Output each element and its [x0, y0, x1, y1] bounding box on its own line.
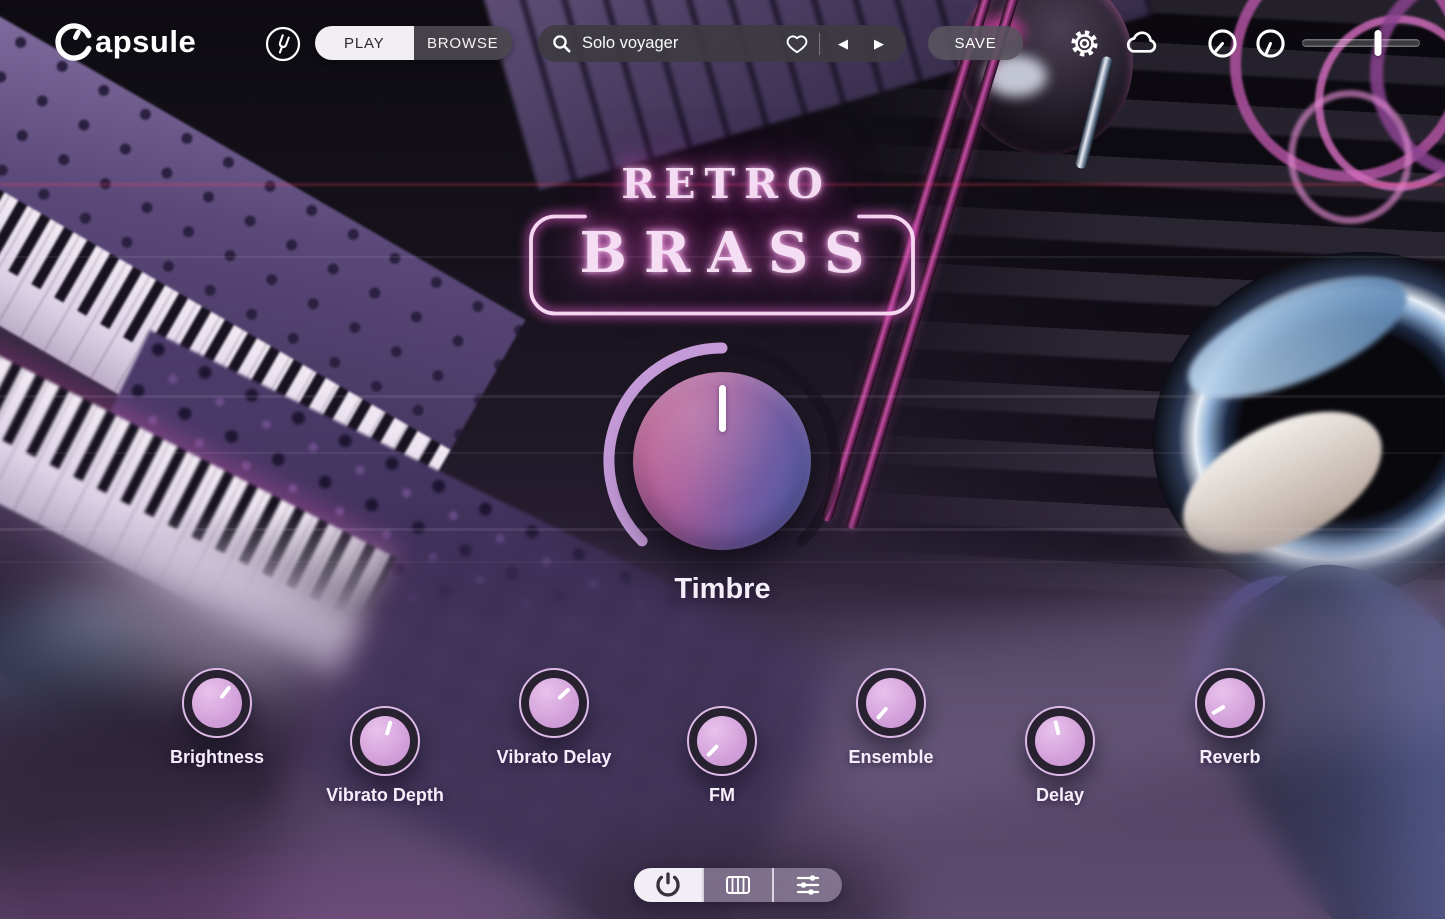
knob-pointer — [1053, 720, 1061, 736]
preset-search-bar[interactable]: Solo voyager ◀ ▶ — [538, 25, 906, 62]
knob-label: Ensemble — [821, 747, 961, 768]
volume-slider-handle[interactable] — [1374, 30, 1381, 56]
tab-play[interactable]: PLAY — [315, 26, 414, 60]
knob-label: FM — [652, 785, 792, 806]
neon-sign-line2: BRASS — [527, 220, 917, 286]
knob-pointer — [705, 744, 719, 758]
knob-face[interactable] — [1205, 678, 1255, 728]
macro-b-knob-button[interactable] — [1253, 26, 1287, 60]
cloud-sync-button[interactable] — [1122, 27, 1162, 59]
knob-face[interactable] — [529, 678, 579, 728]
power-icon — [655, 872, 681, 898]
tuning-fork-icon — [264, 25, 302, 63]
knob-reverb[interactable]: Reverb — [1160, 668, 1300, 768]
knob-face[interactable] — [360, 716, 410, 766]
tuning-fork-button[interactable] — [264, 25, 302, 63]
view-keyboard-button[interactable] — [702, 868, 772, 902]
knob-pointer — [219, 685, 232, 700]
knob-ring — [519, 668, 589, 738]
preset-neon-sign: RETRO BRASS — [527, 160, 917, 320]
knob-label: Brightness — [147, 747, 287, 768]
settings-button[interactable] — [1067, 26, 1101, 60]
cloud-icon — [1123, 28, 1161, 58]
knob-face[interactable] — [697, 716, 747, 766]
previous-preset-button[interactable]: ◀ — [830, 36, 856, 52]
background-french-horn-coil-4 — [1288, 90, 1412, 224]
knob-ring — [350, 706, 420, 776]
gear-icon — [1068, 27, 1101, 60]
master-volume-slider[interactable] — [1302, 39, 1420, 47]
knob-pointer — [385, 720, 393, 736]
knob-ring — [856, 668, 926, 738]
knob-pointer — [875, 706, 888, 720]
knob-face[interactable] — [192, 678, 242, 728]
knob-face[interactable] — [866, 678, 916, 728]
preset-name-value[interactable]: Solo voyager — [582, 34, 775, 53]
capsule-logo-text: apsule — [95, 24, 196, 60]
mini-knob-a-icon — [1206, 27, 1239, 60]
view-switcher — [634, 868, 842, 902]
neon-sign-line1: RETRO — [527, 160, 917, 208]
tab-browse[interactable]: BROWSE — [414, 26, 513, 60]
knob-ring — [1025, 706, 1095, 776]
keyboard-icon — [724, 872, 752, 898]
knob-label: Vibrato Depth — [315, 785, 455, 806]
heart-icon — [785, 33, 809, 55]
capsule-logo: apsule — [55, 23, 196, 61]
knob-ring — [687, 706, 757, 776]
view-mixer-button[interactable] — [772, 868, 842, 902]
timbre-knob-pointer — [719, 385, 726, 432]
knob-fm[interactable]: FM — [652, 706, 792, 806]
timbre-knob-face[interactable] — [633, 372, 811, 550]
knob-pointer — [557, 687, 571, 700]
timbre-knob[interactable] — [597, 336, 847, 586]
play-browse-switch: PLAY BROWSE — [315, 26, 512, 60]
knob-vibrato-depth[interactable]: Vibrato Depth — [315, 706, 455, 806]
timbre-knob-label: Timbre — [0, 573, 1445, 606]
knob-brightness[interactable]: Brightness — [147, 668, 287, 768]
knob-pointer — [1210, 704, 1225, 715]
mixer-icon — [794, 872, 822, 898]
next-preset-button[interactable]: ▶ — [866, 36, 892, 52]
macro-a-knob-button[interactable] — [1205, 26, 1239, 60]
capsule-plugin-window: apsule PLAY BROWSE Solo voyager ◀ ▶ SAVE — [0, 0, 1445, 919]
knob-vibrato-delay[interactable]: Vibrato Delay — [484, 668, 624, 768]
capsule-logo-knob-c-icon — [55, 23, 93, 61]
mini-knob-b-icon — [1254, 27, 1287, 60]
view-power-button[interactable] — [634, 868, 702, 902]
search-divider — [819, 33, 821, 55]
knob-ensemble[interactable]: Ensemble — [821, 668, 961, 768]
knob-delay[interactable]: Delay — [990, 706, 1130, 806]
knob-label: Delay — [990, 785, 1130, 806]
save-button[interactable]: SAVE — [928, 26, 1023, 60]
knob-ring — [1195, 668, 1265, 738]
search-icon — [552, 34, 572, 54]
knob-face[interactable] — [1035, 716, 1085, 766]
knob-label: Reverb — [1160, 747, 1300, 768]
favorite-button[interactable] — [785, 33, 809, 55]
knob-label: Vibrato Delay — [484, 747, 624, 768]
knob-ring — [182, 668, 252, 738]
